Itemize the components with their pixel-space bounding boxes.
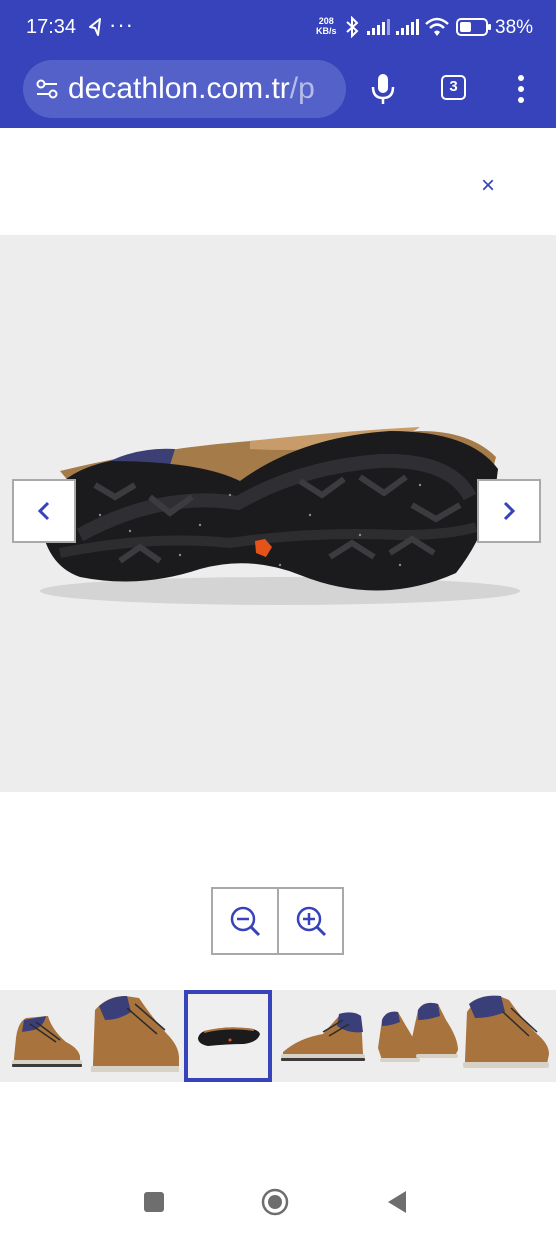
- network-speed: 208 KB/s: [316, 16, 337, 36]
- microphone-icon[interactable]: [369, 72, 397, 106]
- tabs-button[interactable]: 3: [441, 75, 466, 100]
- thumbnail-5[interactable]: [372, 990, 460, 1082]
- zoom-controls: [211, 887, 344, 955]
- zoom-out-icon: [230, 906, 261, 937]
- zoom-out-button[interactable]: [213, 889, 279, 953]
- next-image-button[interactable]: [477, 479, 541, 543]
- boot-thumbnail-image: [463, 995, 549, 1068]
- signal-icon: [367, 19, 390, 35]
- product-image-viewer[interactable]: [0, 235, 556, 792]
- thumbnail-3-selected[interactable]: [184, 990, 272, 1082]
- network-speed-value: 208: [318, 16, 334, 26]
- close-icon[interactable]: ×: [474, 172, 502, 200]
- wifi-icon: [425, 17, 449, 36]
- boot-thumbnail-image: [281, 1012, 365, 1061]
- thumbnail-1[interactable]: [0, 990, 88, 1082]
- status-bar: 17:34 ··· 208 KB/s 38%: [0, 0, 556, 56]
- status-time: 17:34: [26, 16, 77, 38]
- product-image: [40, 427, 520, 605]
- more-vert-icon[interactable]: [513, 74, 529, 104]
- address-bar[interactable]: decathlon.com.tr/p: [23, 60, 346, 118]
- boot-thumbnail-image: [91, 996, 179, 1072]
- home-icon[interactable]: [261, 1188, 289, 1216]
- chevron-right-icon: [503, 501, 516, 521]
- back-icon[interactable]: [386, 1189, 408, 1215]
- boot-thumbnail-image: [12, 1016, 82, 1067]
- boots-pair-thumbnail-image: [378, 1002, 458, 1062]
- bluetooth-icon: [346, 16, 359, 38]
- browser-chrome: 17:34 ··· 208 KB/s 38% decathlon.com.tr/…: [0, 0, 556, 128]
- location-icon: [89, 18, 101, 36]
- signal-icon: [396, 19, 419, 35]
- network-speed-unit: KB/s: [316, 26, 337, 36]
- sole-thumbnail-image: [198, 1027, 260, 1046]
- status-overflow-dots: ···: [109, 12, 134, 37]
- system-navigation-bar: [0, 1160, 556, 1235]
- chevron-left-icon: [37, 501, 50, 521]
- url-text[interactable]: decathlon.com.tr/p: [68, 72, 315, 106]
- battery-icon: [456, 18, 491, 36]
- thumbnail-4[interactable]: [279, 990, 367, 1082]
- battery-percent: 38%: [495, 17, 534, 38]
- url-domain: decathlon.com.tr: [68, 72, 290, 105]
- previous-image-button[interactable]: [12, 479, 76, 543]
- recents-icon[interactable]: [144, 1192, 164, 1212]
- thumbnail-2[interactable]: [91, 990, 179, 1082]
- thumbnail-strip: [0, 990, 556, 1082]
- thumbnail-6[interactable]: [463, 990, 551, 1082]
- zoom-in-button[interactable]: [279, 889, 343, 953]
- tune-icon[interactable]: [35, 76, 59, 102]
- url-path: /p: [289, 72, 315, 105]
- zoom-in-icon: [296, 906, 327, 937]
